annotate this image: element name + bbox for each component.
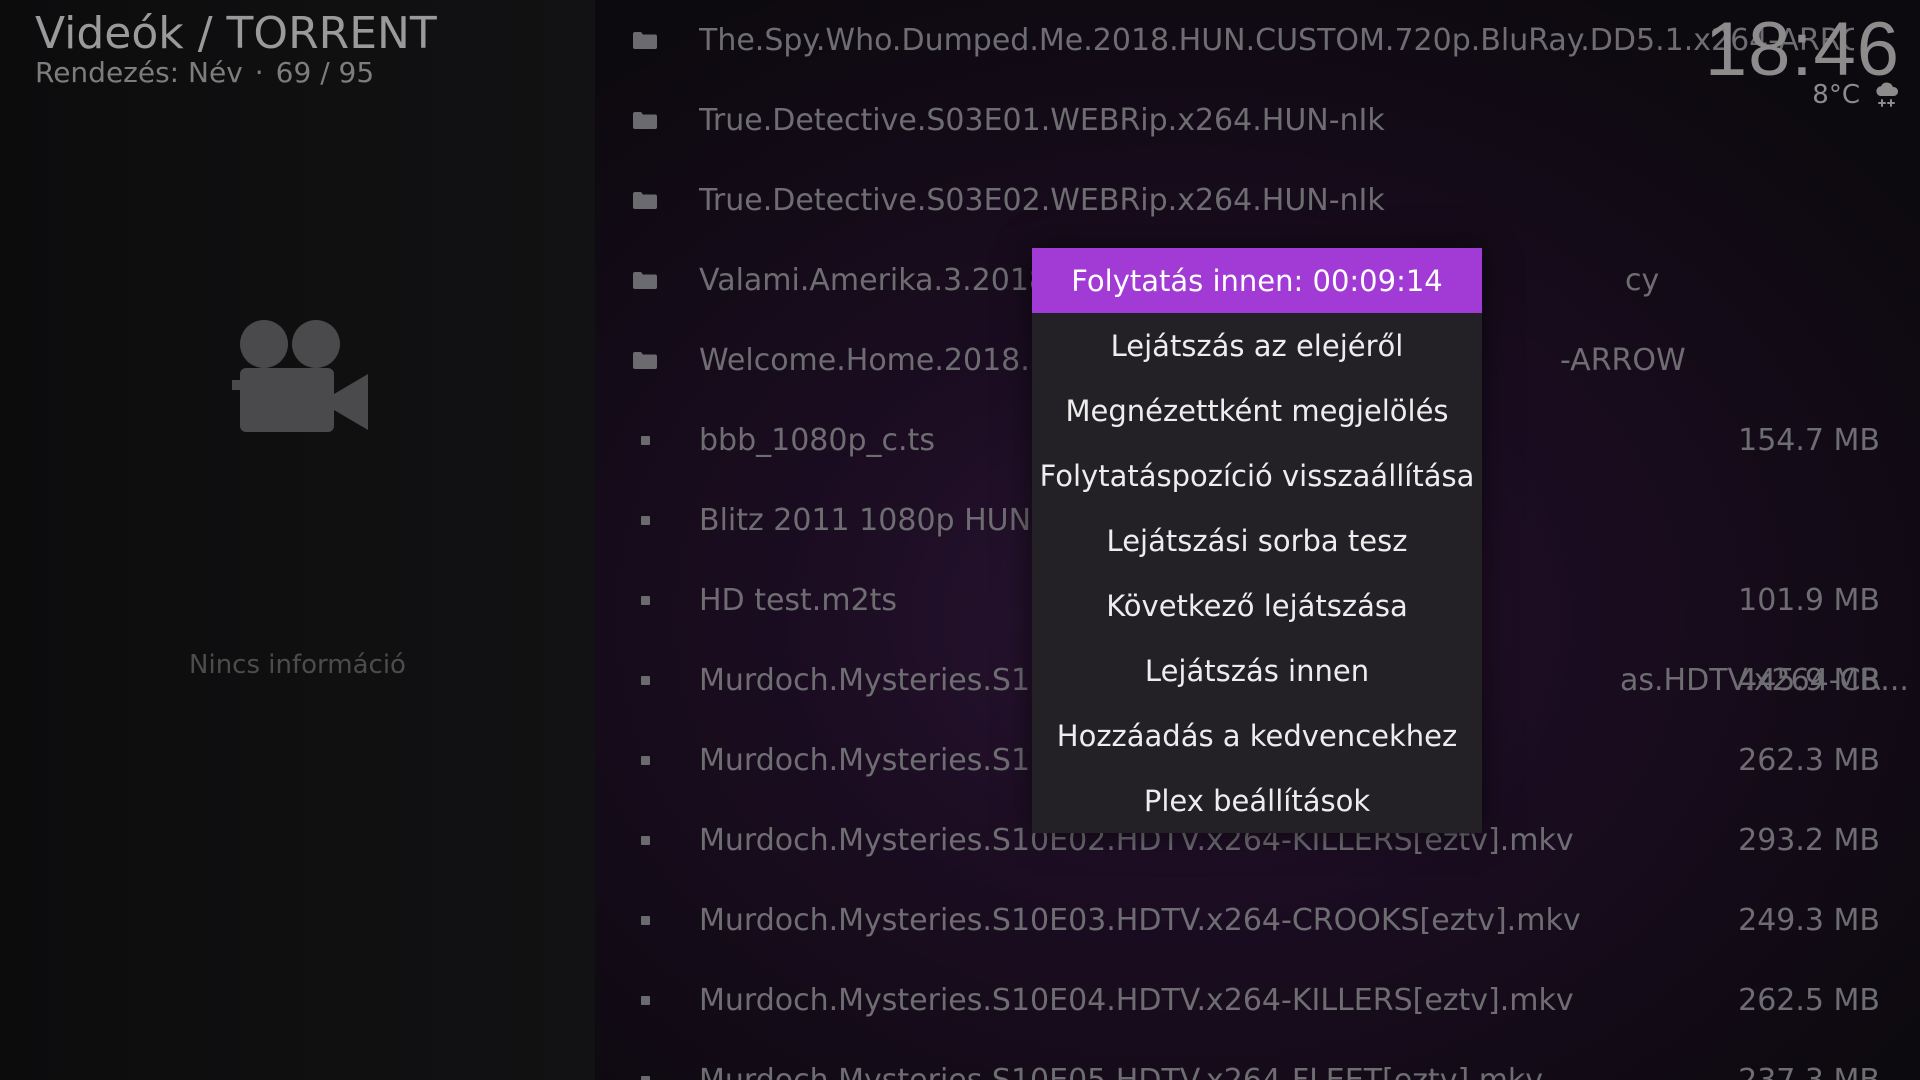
breadcrumb: Videók / TORRENT <box>35 8 437 59</box>
weather: 8°C <box>1812 80 1900 110</box>
context-menu: Folytatás innen: 00:09:14 Lejátszás az el… <box>1032 248 1482 833</box>
file-icon <box>633 670 657 690</box>
list-item-name: bbb_1080p_c.ts <box>699 422 935 458</box>
list-item-size: 249.3 MB <box>1738 902 1880 938</box>
folder-icon <box>633 30 657 50</box>
file-icon <box>633 910 657 930</box>
list-item-size: 293.2 MB <box>1738 822 1880 858</box>
list-item[interactable]: Murdoch.Mysteries.S10E04.HDTV.x264-KILLE… <box>595 960 1920 1040</box>
separator: · <box>254 56 264 89</box>
list-item-name-tail: cy <box>1625 262 1660 298</box>
list-item-name: The.Spy.Who.Dumped.Me.2018.HUN.CUSTOM.72… <box>699 22 1854 58</box>
list-item-name: True.Detective.S03E01.WEBRip.x264.HUN-nI… <box>699 102 1385 138</box>
folder-icon <box>633 270 657 290</box>
context-menu-item[interactable]: Plex beállítások <box>1032 768 1482 833</box>
file-icon <box>633 590 657 610</box>
sort-status[interactable]: Rendezés: Név · 69 / 95 <box>35 56 374 89</box>
sort-label: Rendezés: Név <box>35 56 243 89</box>
folder-icon <box>633 190 657 210</box>
context-menu-item[interactable]: Következő lejátszása <box>1032 573 1482 638</box>
list-item-size: 237.3 MB <box>1738 1062 1880 1080</box>
list-item-size: 262.3 MB <box>1738 742 1880 778</box>
list-item-name: Murdoch.Mysteries.S10E04.HDTV.x264-KILLE… <box>699 982 1574 1018</box>
list-item-name: Blitz 2011 1080p HUN Blu <box>699 502 1089 538</box>
list-item[interactable]: True.Detective.S03E02.WEBRip.x264.HUN-nI… <box>595 160 1920 240</box>
context-menu-item[interactable]: Lejátszás az elejéről <box>1032 313 1482 378</box>
file-icon <box>633 430 657 450</box>
list-item-size: 154.7 MB <box>1738 422 1880 458</box>
folder-icon <box>633 110 657 130</box>
file-icon <box>633 1070 657 1080</box>
info-panel: Videók / TORRENT Rendezés: Név · 69 / 95 N… <box>0 0 595 1080</box>
list-item-name: Murdoch.Mysteries.S10E0 <box>699 742 1088 778</box>
context-menu-item[interactable]: Hozzáadás a kedvencekhez <box>1032 703 1482 768</box>
temperature: 8°C <box>1812 80 1860 110</box>
list-item-name-tail: -ARROW <box>1560 342 1686 378</box>
list-item-name: Murdoch.Mysteries.S10E0 <box>699 662 1088 698</box>
context-menu-item[interactable]: Lejátszási sorba tesz <box>1032 508 1482 573</box>
list-item-name: Welcome.Home.2018.HU <box>699 342 1075 378</box>
file-icon <box>633 750 657 770</box>
item-position: 69 / 95 <box>275 56 375 89</box>
list-item[interactable]: Murdoch.Mysteries.S10E03.HDTV.x264-CROOK… <box>595 880 1920 960</box>
list-item-size: 445.9 MB <box>1738 662 1880 698</box>
snow-cloud-icon <box>1876 82 1899 107</box>
list-item[interactable]: Murdoch.Mysteries.S10E05.HDTV.x264-FLEET… <box>595 1040 1920 1080</box>
folder-icon <box>633 350 657 370</box>
context-menu-item[interactable]: Folytatáspozíció visszaállítása <box>1032 443 1482 508</box>
context-menu-item[interactable]: Megnézettként megjelölés <box>1032 378 1482 443</box>
list-item-size: 101.9 MB <box>1738 582 1880 618</box>
list-item-name: Murdoch.Mysteries.S10E03.HDTV.x264-CROOK… <box>699 902 1581 938</box>
file-icon <box>633 990 657 1010</box>
list-item-name: HD test.m2ts <box>699 582 898 618</box>
file-icon <box>633 830 657 850</box>
list-item-size: 262.5 MB <box>1738 982 1880 1018</box>
video-camera-icon <box>232 320 368 432</box>
no-info-text: Nincs információ <box>189 650 406 680</box>
list-item-name: True.Detective.S03E02.WEBRip.x264.HUN-nI… <box>699 182 1385 218</box>
context-menu-item[interactable]: Folytatás innen: 00:09:14 <box>1032 248 1482 313</box>
context-menu-item[interactable]: Lejátszás innen <box>1032 638 1482 703</box>
file-icon <box>633 510 657 530</box>
list-item-name: Murdoch.Mysteries.S10E05.HDTV.x264-FLEET… <box>699 1062 1544 1080</box>
kodi-window: Videók / TORRENT Rendezés: Név · 69 / 95 N… <box>0 0 1920 1080</box>
